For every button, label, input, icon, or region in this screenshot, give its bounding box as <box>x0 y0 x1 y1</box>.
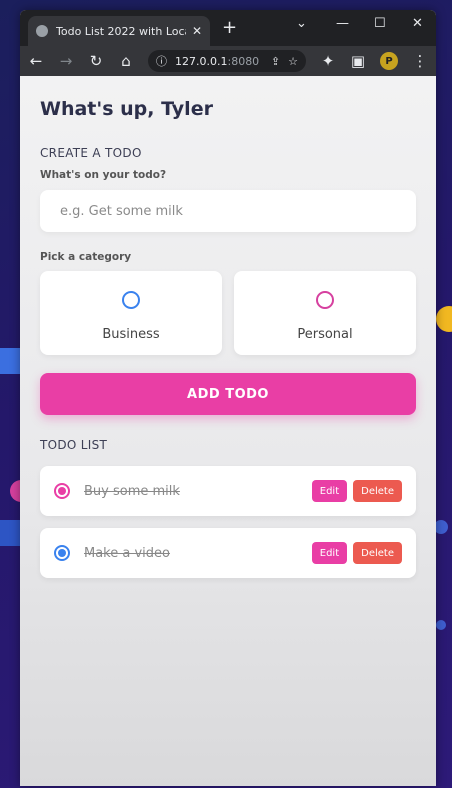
profile-avatar[interactable]: P <box>380 52 398 70</box>
tab-bar: Todo List 2022 with LocalStor ✕ + ⌄ — ☐ … <box>20 10 436 46</box>
home-icon[interactable]: ⌂ <box>118 52 134 70</box>
delete-button[interactable]: Delete <box>353 480 402 502</box>
create-todo-title: CREATE A TODO <box>40 146 142 160</box>
info-icon[interactable]: ⓘ <box>156 53 167 69</box>
minimize-button[interactable]: — <box>336 16 349 31</box>
decorative-yellow-circle <box>436 306 452 332</box>
done-checkbox[interactable] <box>54 545 70 561</box>
delete-button[interactable]: Delete <box>353 542 402 564</box>
back-icon[interactable]: ← <box>28 52 44 70</box>
url-bar[interactable]: ⓘ 127.0.0.1:8080 ⇪ ☆ <box>148 50 306 72</box>
category-option-business[interactable]: Business <box>40 271 222 355</box>
category-label: Pick a category <box>40 251 132 263</box>
decorative-blue-bar <box>0 520 20 546</box>
tab-search-icon[interactable]: ⌄ <box>296 16 307 31</box>
new-tab-button[interactable]: + <box>222 18 237 38</box>
url-port: :8080 <box>227 54 260 68</box>
menu-icon[interactable]: ⋮ <box>412 52 428 70</box>
edit-button[interactable]: Edit <box>311 480 348 502</box>
app-page: What's up, Tyler CREATE A TODO What's on… <box>20 76 436 786</box>
business-radio-icon[interactable] <box>122 291 140 309</box>
tab-title: Todo List 2022 with LocalStor <box>56 24 186 38</box>
browser-window: Todo List 2022 with LocalStor ✕ + ⌄ — ☐ … <box>20 10 436 786</box>
decorative-blue-bar <box>0 348 20 374</box>
personal-radio-icon[interactable] <box>316 291 334 309</box>
close-window-button[interactable]: ✕ <box>412 16 423 31</box>
todo-text[interactable]: Make a video <box>84 546 306 561</box>
todo-input[interactable] <box>40 190 416 232</box>
decorative-blue-dot <box>436 620 446 630</box>
maximize-button[interactable]: ☐ <box>374 16 386 31</box>
sidebar-icon[interactable]: ▣ <box>350 52 366 70</box>
browser-tab[interactable]: Todo List 2022 with LocalStor ✕ <box>28 16 210 46</box>
decorative-blue-dot <box>434 520 448 534</box>
forward-icon[interactable]: → <box>58 52 74 70</box>
extensions-icon[interactable]: ✦ <box>320 52 336 70</box>
url-host: 127.0.0.1 <box>175 54 228 68</box>
todo-item: Buy some milk Edit Delete <box>40 466 416 516</box>
address-toolbar: ← → ↻ ⌂ ⓘ 127.0.0.1:8080 ⇪ ☆ ✦ ▣ P ⋮ <box>20 46 436 76</box>
share-icon[interactable]: ⇪ <box>271 55 280 68</box>
category-label-personal: Personal <box>297 327 353 342</box>
todo-item: Make a video Edit Delete <box>40 528 416 578</box>
edit-button[interactable]: Edit <box>311 542 348 564</box>
done-checkbox[interactable] <box>54 483 70 499</box>
star-icon[interactable]: ☆ <box>288 55 298 68</box>
add-todo-button[interactable]: ADD TODO <box>40 373 416 415</box>
category-option-personal[interactable]: Personal <box>234 271 416 355</box>
todo-text[interactable]: Buy some milk <box>84 484 306 499</box>
category-label-business: Business <box>102 327 160 342</box>
globe-icon <box>36 25 48 37</box>
todo-input-label: What's on your todo? <box>40 169 167 181</box>
todo-list-title: TODO LIST <box>40 438 108 452</box>
close-tab-icon[interactable]: ✕ <box>192 24 202 38</box>
greeting-heading: What's up, Tyler <box>40 98 213 120</box>
reload-icon[interactable]: ↻ <box>88 52 104 70</box>
